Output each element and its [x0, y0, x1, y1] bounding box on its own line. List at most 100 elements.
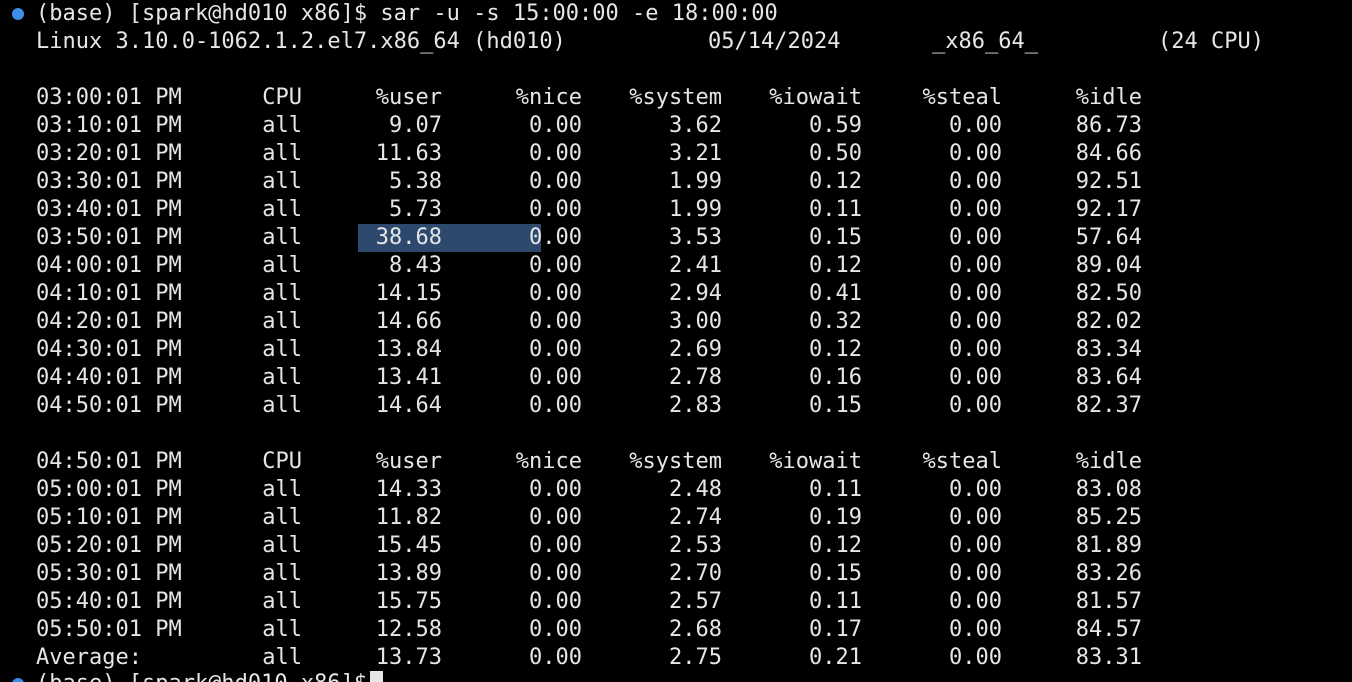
cell-user: 9.07 [389, 113, 442, 138]
cell-system: 3.00 [669, 309, 722, 334]
cell-steal: 0.00 [949, 561, 1002, 586]
cell-user: 5.38 [389, 169, 442, 194]
header-time: 04:50:01 PM [36, 449, 182, 474]
cell-system: 2.53 [669, 533, 722, 558]
header-time: 03:00:01 PM [36, 85, 182, 110]
cell-system: 2.57 [669, 589, 722, 614]
cell-iowait: 0.11 [809, 197, 862, 222]
cell-cpu: all [262, 169, 302, 194]
row-time: 05:10:01 PM [36, 505, 182, 530]
cell-user: 38.68 [375, 225, 442, 250]
row-time: 03:30:01 PM [36, 169, 182, 194]
cell-steal: 0.00 [949, 197, 1002, 222]
cell-cpu: all [262, 113, 302, 138]
cell-user: 13.84 [375, 337, 442, 362]
cell-steal: 0.00 [949, 477, 1002, 502]
cell-system: 2.68 [669, 617, 722, 642]
kernel-info: Linux 3.10.0-1062.1.2.el7.x86_64 (hd010) [36, 29, 566, 54]
command-line: (base) [spark@hd010 x86]$ sar -u -s 15:0… [0, 0, 1352, 28]
cell-iowait: 0.15 [809, 225, 862, 250]
cell-idle: 81.89 [1075, 533, 1142, 558]
cell-cpu: all [262, 505, 302, 530]
cell-nice: 0.00 [529, 477, 582, 502]
cell-iowait: 0.16 [809, 365, 862, 390]
cell-user: 14.66 [375, 309, 442, 334]
table-row: 03:50:01 PM all 38.68 0.00 3.53 0.15 0.00 57.64 [0, 224, 1352, 252]
cell-iowait: 0.12 [809, 253, 862, 278]
column-header-cpu: CPU [262, 449, 302, 474]
cell-cpu: all [262, 281, 302, 306]
table-row: 04:30:01 PM all 13.84 0.00 2.69 0.12 0.00 83.34 [0, 336, 1352, 364]
column-header-iowait: %iowait [769, 449, 862, 474]
cell-nice: 0.00 [529, 281, 582, 306]
cell-idle: 57.64 [1075, 225, 1142, 250]
table-row: 04:50:01 PM all 14.64 0.00 2.83 0.15 0.00 82.37 [0, 392, 1352, 420]
cell-idle: 82.50 [1075, 281, 1142, 306]
cell-idle: 81.57 [1075, 589, 1142, 614]
cell-nice: 0.00 [529, 365, 582, 390]
row-time: 04:40:01 PM [36, 365, 182, 390]
row-time: 05:00:01 PM [36, 477, 182, 502]
cell-iowait: 0.15 [809, 561, 862, 586]
row-time: 03:10:01 PM [36, 113, 182, 138]
cell-iowait: 0.15 [809, 393, 862, 418]
cell-nice: 0.00 [529, 309, 582, 334]
cell-user: 14.33 [375, 477, 442, 502]
cell-idle: 86.73 [1075, 113, 1142, 138]
column-header-steal: %steal [922, 449, 1002, 474]
cell-nice: 0.00 [529, 225, 582, 250]
cell-idle: 85.25 [1075, 505, 1142, 530]
cell-steal: 0.00 [949, 533, 1002, 558]
cell-steal: 0.00 [949, 281, 1002, 306]
table-row: 03:30:01 PM all 5.38 0.00 1.99 0.12 0.00 92.51 [0, 168, 1352, 196]
cell-steal: 0.00 [949, 113, 1002, 138]
column-header-user: %user [375, 85, 442, 110]
cell-system: 3.53 [669, 225, 722, 250]
cell-cpu: all [262, 365, 302, 390]
cell-iowait: 0.21 [809, 645, 862, 670]
cell-idle: 82.02 [1075, 309, 1142, 334]
column-header-system: %system [629, 85, 722, 110]
cell-iowait: 0.32 [809, 309, 862, 334]
column-header-user: %user [375, 449, 442, 474]
cell-cpu: all [262, 645, 302, 670]
cell-idle: 84.66 [1075, 141, 1142, 166]
cell-nice: 0.00 [529, 169, 582, 194]
cell-user: 15.45 [375, 533, 442, 558]
column-header-idle: %idle [1075, 449, 1142, 474]
architecture: _x86_64_ [932, 29, 1038, 54]
cell-user: 13.73 [375, 645, 442, 670]
table-row: 05:00:01 PM all 14.33 0.00 2.48 0.11 0.00 83.08 [0, 476, 1352, 504]
cell-idle: 83.64 [1075, 365, 1142, 390]
cell-system: 2.74 [669, 505, 722, 530]
cell-cpu: all [262, 533, 302, 558]
cell-cpu: all [262, 197, 302, 222]
cell-system: 2.48 [669, 477, 722, 502]
table-row: 04:40:01 PM all 13.41 0.00 2.78 0.16 0.00 83.64 [0, 364, 1352, 392]
row-time: 04:50:01 PM [36, 393, 182, 418]
cell-nice: 0.00 [529, 533, 582, 558]
cell-steal: 0.00 [949, 225, 1002, 250]
cell-user: 12.58 [375, 617, 442, 642]
cell-idle: 83.34 [1075, 337, 1142, 362]
cell-nice: 0.00 [529, 589, 582, 614]
cell-iowait: 0.11 [809, 477, 862, 502]
cell-system: 3.62 [669, 113, 722, 138]
cell-cpu: all [262, 309, 302, 334]
cell-steal: 0.00 [949, 365, 1002, 390]
cell-user: 11.82 [375, 505, 442, 530]
cell-nice: 0.00 [529, 337, 582, 362]
prompt-status-dot-icon [12, 678, 24, 682]
command-text: (base) [spark@hd010 x86]$ sar -u -s 15:0… [36, 1, 778, 26]
cell-steal: 0.00 [949, 393, 1002, 418]
terminal-cursor[interactable] [370, 671, 384, 682]
table-row: 04:20:01 PM all 14.66 0.00 3.00 0.32 0.00 82.02 [0, 308, 1352, 336]
row-time: 04:30:01 PM [36, 337, 182, 362]
cell-idle: 83.26 [1075, 561, 1142, 586]
prompt-status-dot-icon [12, 8, 24, 20]
cell-nice: 0.00 [529, 253, 582, 278]
cpu-count: (24 CPU) [1158, 29, 1264, 54]
cell-user: 11.63 [375, 141, 442, 166]
cell-idle: 92.17 [1075, 197, 1142, 222]
table-row: 03:40:01 PM all 5.73 0.00 1.99 0.11 0.00 92.17 [0, 196, 1352, 224]
